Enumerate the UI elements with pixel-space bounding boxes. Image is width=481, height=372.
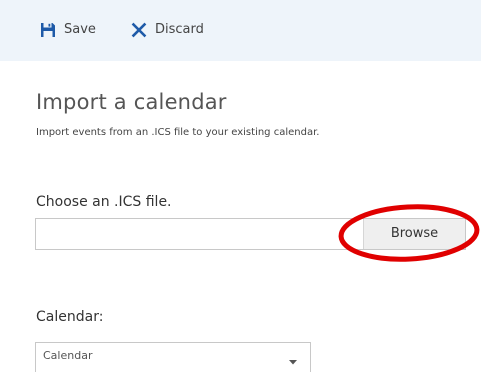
page-subtitle: Import events from an .ICS file to your … [36, 127, 320, 138]
calendar-dropdown[interactable]: Calendar [35, 342, 311, 372]
save-button[interactable]: Save [40, 19, 96, 41]
caret-down-icon [288, 352, 298, 365]
page-title: Import a calendar [36, 90, 227, 114]
calendar-selected-value: Calendar [43, 349, 93, 362]
x-close-icon [131, 22, 147, 38]
toolbar: Save Discard [0, 0, 481, 61]
save-label: Save [64, 22, 96, 37]
file-path-input[interactable] [37, 220, 363, 248]
import-calendar-page: Save Discard Import a calendar Import ev… [0, 0, 481, 372]
choose-file-label: Choose an .ICS file. [36, 194, 172, 210]
floppy-disk-icon [40, 22, 56, 38]
calendar-label: Calendar: [36, 309, 104, 325]
discard-button[interactable]: Discard [131, 19, 204, 41]
discard-label: Discard [155, 22, 204, 37]
browse-button[interactable]: Browse [363, 219, 465, 249]
